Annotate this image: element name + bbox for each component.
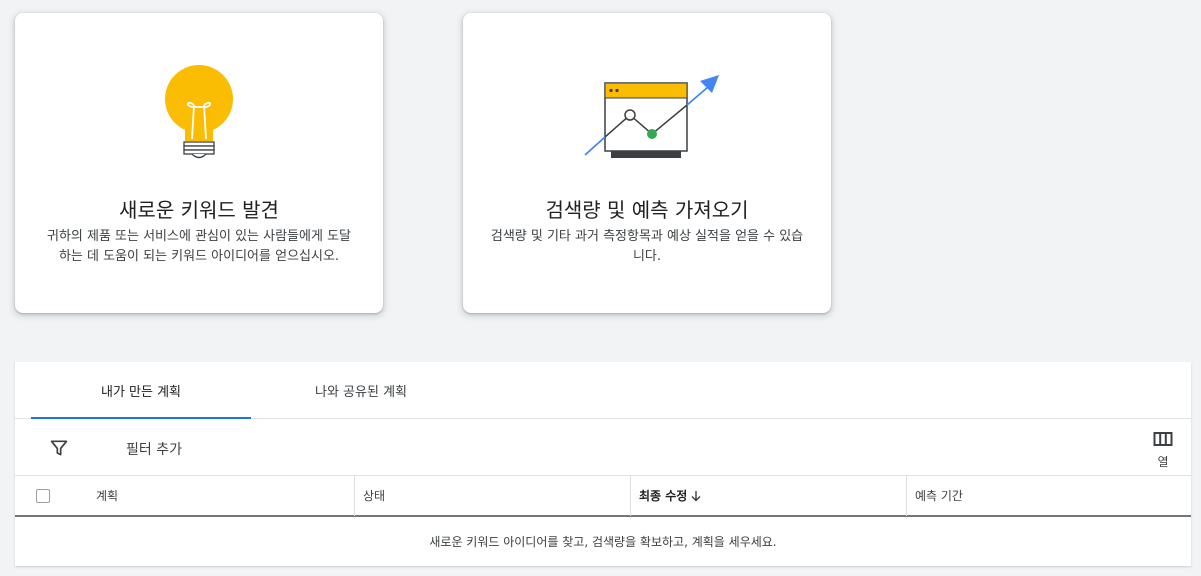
filter-bar: 필터 추가 열 xyxy=(15,419,1191,476)
add-filter-button[interactable]: 필터 추가 xyxy=(126,439,182,459)
card-title: 새로운 키워드 발견 xyxy=(119,198,279,222)
column-header-status[interactable]: 상태 xyxy=(354,476,630,516)
forecast-card[interactable]: 검색량 및 예측 가져오기 검색량 및 기타 과거 측정항목과 예상 실적을 얻… xyxy=(463,13,831,313)
trend-chart-icon xyxy=(584,75,719,158)
card-title: 검색량 및 예측 가져오기 xyxy=(545,198,749,222)
plans-panel: 내가 만든 계획 나와 공유된 계획 필터 추가 열 계획 상태 최종 수정 예… xyxy=(15,362,1191,566)
lightbulb-illustration xyxy=(15,13,383,203)
filter-icon[interactable] xyxy=(49,438,69,458)
tab-shared-plans[interactable]: 나와 공유된 계획 xyxy=(251,362,471,418)
chart-illustration xyxy=(463,13,831,203)
arrow-down-icon xyxy=(691,491,701,502)
card-description: 검색량 및 기타 과거 측정항목과 예상 실적을 얻을 수 있습 니다. xyxy=(490,229,804,264)
plans-tabs: 내가 만든 계획 나와 공유된 계획 xyxy=(15,362,1191,419)
columns-label: 열 xyxy=(1157,455,1169,469)
discover-keywords-card[interactable]: 새로운 키워드 발견 귀하의 제품 또는 서비스에 관심이 있는 사람들에게 도… xyxy=(15,13,383,313)
empty-state-message: 새로운 키워드 아이디어를 찾고, 검색량을 확보하고, 계획을 세우세요. xyxy=(429,535,777,549)
select-all-checkbox[interactable] xyxy=(36,489,50,503)
tab-my-plans[interactable]: 내가 만든 계획 xyxy=(31,362,251,419)
column-header-forecast-period[interactable]: 예측 기간 xyxy=(906,476,1191,516)
table-header: 계획 상태 최종 수정 예측 기간 xyxy=(15,476,1191,517)
columns-icon xyxy=(1153,432,1173,446)
lightbulb-icon xyxy=(165,65,233,159)
column-header-plan[interactable]: 계획 xyxy=(96,476,354,516)
columns-button[interactable]: 열 xyxy=(1145,427,1181,471)
column-header-last-modified[interactable]: 최종 수정 xyxy=(630,476,906,516)
card-description: 귀하의 제품 또는 서비스에 관심이 있는 사람들에게 도달 하는 데 도움이 … xyxy=(46,229,351,264)
